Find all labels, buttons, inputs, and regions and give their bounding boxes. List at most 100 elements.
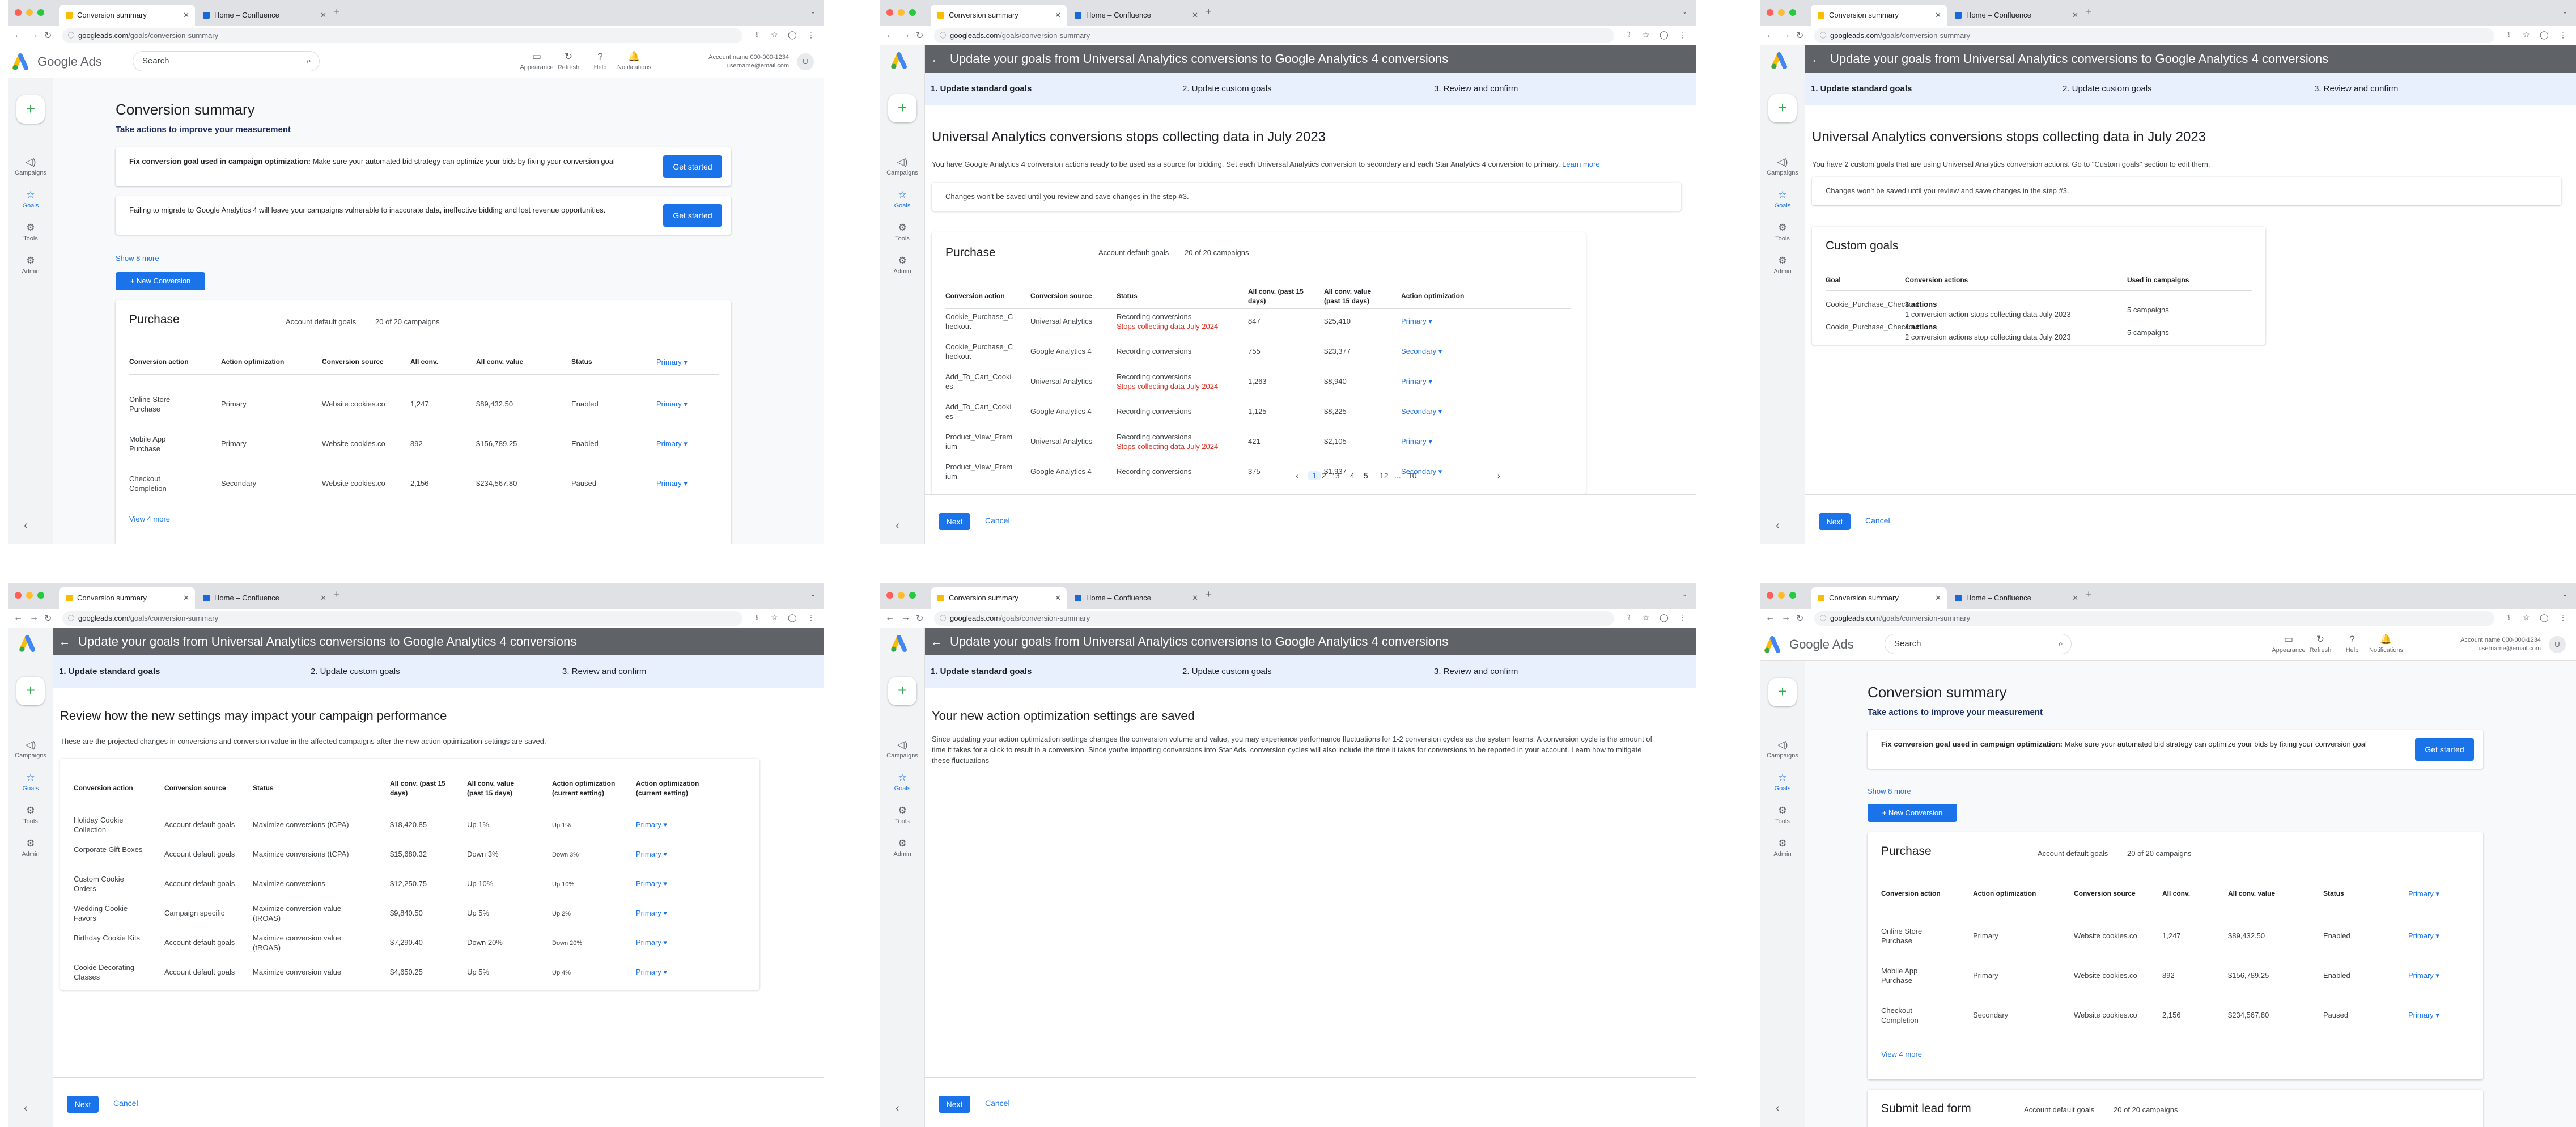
row-primary-dropdown[interactable]: Primary ▾ xyxy=(656,399,688,409)
profile-icon[interactable]: ◯ xyxy=(788,613,797,622)
create-plus-button[interactable]: + xyxy=(888,94,916,122)
sidebar-item-admin[interactable]: ⚙ Admin xyxy=(880,838,925,858)
site-info-icon[interactable]: ⓘ xyxy=(68,611,74,626)
close-tab-icon[interactable]: ✕ xyxy=(1935,5,1941,26)
sidebar-item-admin[interactable]: ⚙ Admin xyxy=(8,255,53,275)
minimize-window-button[interactable] xyxy=(26,592,33,599)
zoom-window-button[interactable] xyxy=(1789,592,1796,599)
new-tab-icon[interactable]: + xyxy=(2086,6,2092,18)
bookmark-star-icon[interactable]: ☆ xyxy=(771,30,778,40)
sidebar-item-admin[interactable]: ⚙ Admin xyxy=(8,838,53,858)
back-arrow-icon[interactable]: ← xyxy=(931,629,942,656)
collapse-sidebar-icon[interactable]: ‹ xyxy=(1776,1102,1780,1115)
share-icon[interactable]: ⇪ xyxy=(2506,613,2513,622)
address-bar[interactable]: ⓘ googleads.com/goals/conversion-summary xyxy=(1814,28,2494,43)
back-arrow-icon[interactable]: ← xyxy=(885,613,894,623)
row-optimization-dropdown[interactable]: Primary ▾ xyxy=(636,879,667,888)
sidebar-item-admin[interactable]: ⚙ Admin xyxy=(1760,255,1805,275)
minimize-window-button[interactable] xyxy=(898,592,905,599)
tab-confluence[interactable]: Home – Confluence ✕ xyxy=(196,5,332,26)
sidebar-item-campaigns[interactable]: ◁) Campaigns xyxy=(880,156,925,176)
create-plus-button[interactable]: + xyxy=(1768,94,1797,122)
sidebar-item-tools[interactable]: ⚙ Tools xyxy=(880,222,925,242)
cancel-button[interactable]: Cancel xyxy=(985,1099,1010,1108)
next-page-icon[interactable]: › xyxy=(1497,471,1500,480)
collapse-sidebar-icon[interactable]: ‹ xyxy=(896,1102,899,1115)
page-number[interactable]: 10 xyxy=(1408,471,1417,480)
avatar[interactable]: U xyxy=(2549,636,2566,653)
tab-search-chevron-icon[interactable]: ⌄ xyxy=(810,7,816,16)
profile-icon[interactable]: ◯ xyxy=(1660,30,1669,40)
share-icon[interactable]: ⇪ xyxy=(2506,30,2513,40)
zoom-window-button[interactable] xyxy=(909,592,916,599)
minimize-window-button[interactable] xyxy=(26,9,33,16)
reload-icon[interactable]: ↻ xyxy=(916,30,923,41)
collapse-sidebar-icon[interactable]: ‹ xyxy=(24,519,28,532)
create-plus-button[interactable]: + xyxy=(16,95,45,124)
notifications-button[interactable]: 🔔 Notifications xyxy=(614,51,654,71)
get-started-button[interactable]: Get started xyxy=(2415,738,2474,761)
next-button[interactable]: Next xyxy=(67,1096,99,1113)
show-more-link[interactable]: Show 8 more xyxy=(1868,787,1911,795)
row-optimization-dropdown[interactable]: Primary ▾ xyxy=(1401,316,1432,326)
close-tab-icon[interactable]: ✕ xyxy=(1192,5,1198,26)
share-icon[interactable]: ⇪ xyxy=(754,613,761,622)
get-started-button[interactable]: Get started xyxy=(663,155,722,178)
browser-menu-icon[interactable]: ⋮ xyxy=(1679,613,1687,622)
close-tab-icon[interactable]: ✕ xyxy=(1055,5,1061,26)
browser-menu-icon[interactable]: ⋮ xyxy=(807,30,815,40)
create-plus-button[interactable]: + xyxy=(16,677,45,705)
browser-menu-icon[interactable]: ⋮ xyxy=(807,613,815,622)
collapse-sidebar-icon[interactable]: ‹ xyxy=(24,1102,28,1115)
account-info[interactable]: Account name 000-000-1234 username@email.… xyxy=(708,53,789,70)
row-optimization-dropdown[interactable]: Primary ▾ xyxy=(1401,376,1432,386)
step-1[interactable]: 1. Update standard goals xyxy=(931,667,1032,676)
tab-conversion-summary[interactable]: Conversion summary ✕ xyxy=(931,587,1067,609)
browser-menu-icon[interactable]: ⋮ xyxy=(2559,613,2567,622)
tab-conversion-summary[interactable]: Conversion summary ✕ xyxy=(59,5,195,26)
new-tab-icon[interactable]: + xyxy=(2086,588,2092,600)
step-2[interactable]: 2. Update custom goals xyxy=(311,667,400,676)
tab-search-chevron-icon[interactable]: ⌄ xyxy=(1682,590,1688,599)
tab-conversion-summary[interactable]: Conversion summary ✕ xyxy=(1811,587,1947,609)
close-window-button[interactable] xyxy=(1767,9,1773,16)
bookmark-star-icon[interactable]: ☆ xyxy=(771,613,778,622)
collapse-sidebar-icon[interactable]: ‹ xyxy=(896,519,899,532)
primary-filter-dropdown[interactable]: Primary ▾ xyxy=(656,357,688,367)
sidebar-item-tools[interactable]: ⚙ Tools xyxy=(1760,222,1805,242)
close-tab-icon[interactable]: ✕ xyxy=(183,587,189,609)
bookmark-star-icon[interactable]: ☆ xyxy=(1643,30,1650,40)
row-optimization-dropdown[interactable]: Primary ▾ xyxy=(636,849,667,859)
tab-search-chevron-icon[interactable]: ⌄ xyxy=(810,590,816,599)
search-icon[interactable]: ⌕ xyxy=(2059,634,2063,654)
zoom-window-button[interactable] xyxy=(37,592,44,599)
tab-confluence[interactable]: Home – Confluence ✕ xyxy=(1948,5,2084,26)
step-1[interactable]: 1. Update standard goals xyxy=(59,667,160,676)
show-more-link[interactable]: Show 8 more xyxy=(116,254,159,262)
address-bar[interactable]: ⓘ googleads.com/goals/conversion-summary xyxy=(934,28,1614,43)
cancel-button[interactable]: Cancel xyxy=(113,1099,138,1108)
back-arrow-icon[interactable]: ← xyxy=(14,613,23,623)
step-2[interactable]: 2. Update custom goals xyxy=(2063,84,2152,94)
close-window-button[interactable] xyxy=(15,592,22,599)
reload-icon[interactable]: ↻ xyxy=(44,30,52,41)
sidebar-item-campaigns[interactable]: ◁) Campaigns xyxy=(880,739,925,759)
tab-confluence[interactable]: Home – Confluence ✕ xyxy=(1068,587,1204,609)
learn-more-link[interactable]: Learn more xyxy=(1562,160,1599,168)
close-window-button[interactable] xyxy=(1767,592,1773,599)
close-tab-icon[interactable]: ✕ xyxy=(320,5,326,26)
sidebar-item-tools[interactable]: ⚙ Tools xyxy=(1760,805,1805,825)
back-arrow-icon[interactable]: ← xyxy=(14,30,23,40)
forward-arrow-icon[interactable]: → xyxy=(901,613,910,623)
profile-icon[interactable]: ◯ xyxy=(1660,613,1669,622)
tab-conversion-summary[interactable]: Conversion summary ✕ xyxy=(1811,5,1947,26)
search-input[interactable]: Search ⌕ xyxy=(1885,634,2072,654)
page-number[interactable]: 4 xyxy=(1350,471,1355,480)
close-tab-icon[interactable]: ✕ xyxy=(1935,587,1941,609)
next-button[interactable]: Next xyxy=(939,1096,970,1113)
row-primary-dropdown[interactable]: Primary ▾ xyxy=(656,478,688,488)
tab-conversion-summary[interactable]: Conversion summary ✕ xyxy=(59,587,195,609)
page-number[interactable]: 5 xyxy=(1364,471,1368,480)
next-button[interactable]: Next xyxy=(939,513,970,530)
new-conversion-button[interactable]: + New Conversion xyxy=(116,272,205,290)
